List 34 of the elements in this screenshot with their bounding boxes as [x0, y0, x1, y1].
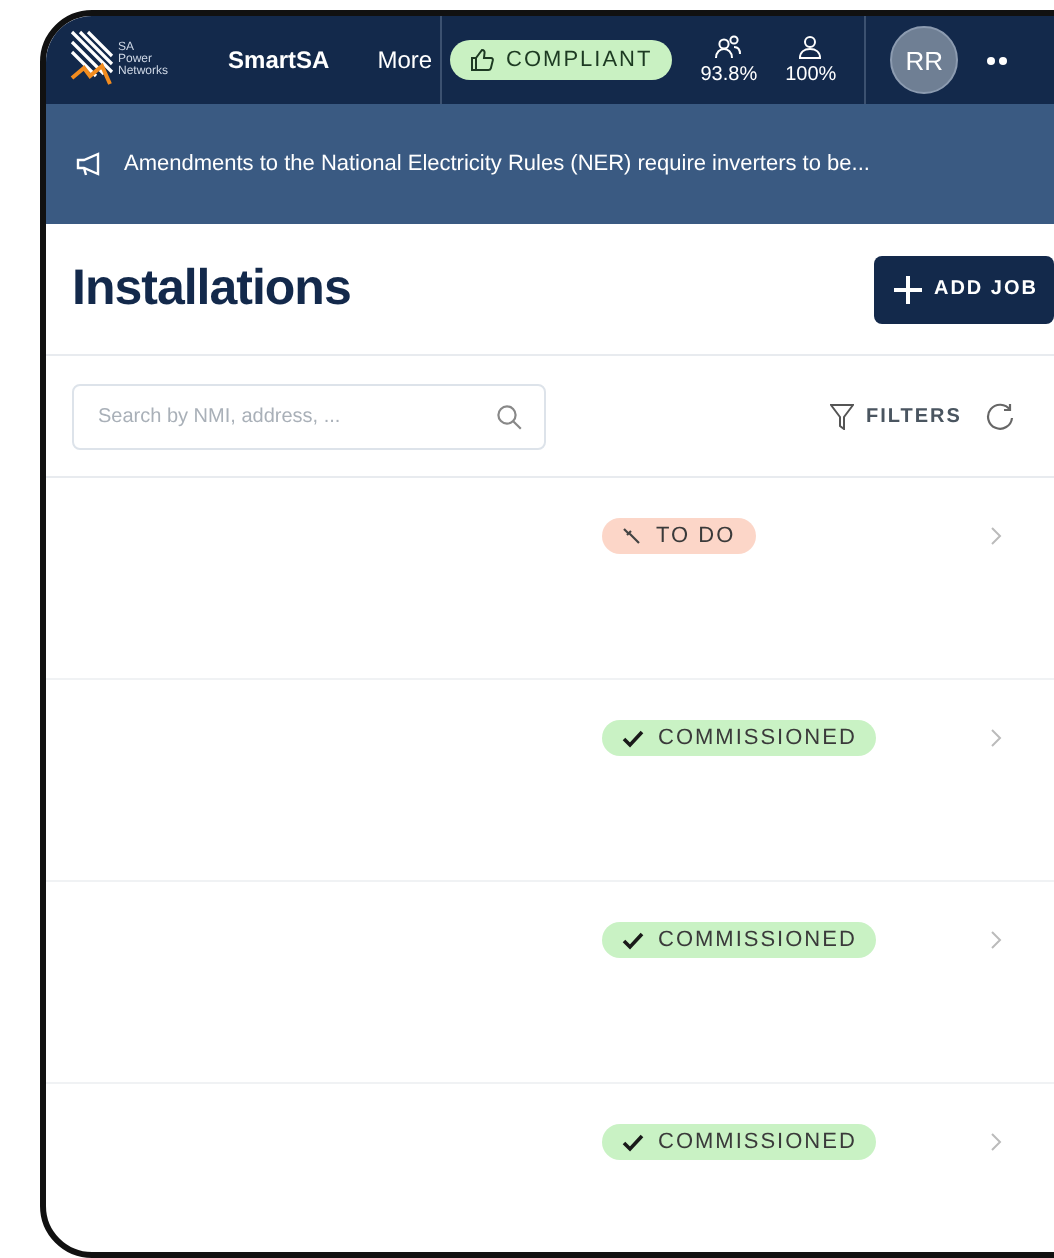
person-icon: [798, 34, 823, 60]
chevron-right-icon: [990, 728, 1003, 748]
user-avatar[interactable]: RR: [890, 26, 959, 94]
checkmark-icon: [622, 1133, 644, 1151]
add-job-button[interactable]: ADD JOB: [873, 255, 1054, 323]
page-title: Installations: [72, 260, 351, 318]
status-badge: COMMISSIONED: [602, 922, 877, 958]
job-row[interactable]: TO DO: [46, 478, 1054, 680]
thumbs-up-icon: [470, 48, 495, 72]
job-row[interactable]: COMMISSIONED: [46, 882, 1054, 1084]
refresh-icon[interactable]: [985, 402, 1014, 430]
plus-icon: [893, 275, 922, 303]
compliant-badge[interactable]: COMPLIANT: [450, 40, 673, 80]
chevron-right-icon: [990, 1132, 1003, 1152]
chevron-right-icon: [990, 930, 1003, 950]
app-name: SmartSA: [228, 46, 330, 74]
megaphone-icon: [76, 152, 104, 176]
logo-icon: [70, 30, 114, 90]
chevron-right-icon: [989, 526, 1002, 546]
people-icon: [714, 34, 743, 60]
job-row[interactable]: COMMISSIONED: [46, 1084, 1054, 1252]
checkmark-icon: [622, 729, 644, 747]
stat-value: 100%: [785, 64, 837, 86]
status-badge: COMMISSIONED: [602, 720, 877, 756]
job-row[interactable]: COMMISSIONED: [46, 680, 1054, 882]
filters-button[interactable]: FILTERS: [830, 403, 962, 429]
banner-text: Amendments to the National Electricity Rules (NER) require inverters to be...: [124, 152, 870, 176]
filter-icon: [830, 403, 854, 429]
status-badge: TO DO: [602, 518, 756, 554]
search-field[interactable]: Search by NMI, address, ...: [72, 383, 546, 449]
stat-value: 93.8%: [700, 64, 758, 86]
checkmark-icon: [622, 931, 644, 949]
status-badge: COMMISSIONED: [602, 1124, 877, 1160]
search-icon: [496, 403, 522, 429]
